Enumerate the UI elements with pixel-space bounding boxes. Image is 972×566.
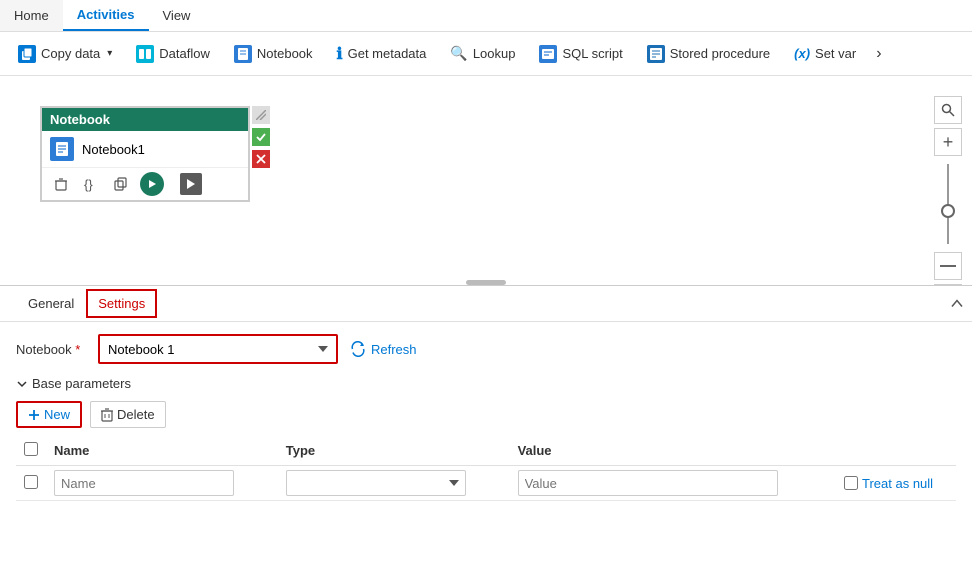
notebook-node-title: Notebook [50,112,110,127]
copy-node-button[interactable] [110,173,132,195]
delete-node-button[interactable] [50,173,72,195]
zoom-controls: + [934,96,962,286]
notebook-toolbar-button[interactable]: Notebook [224,41,323,67]
params-actions-row: New Delete [16,401,956,428]
nav-activities[interactable]: Activities [63,0,149,31]
notebook-node-body: Notebook1 [42,131,248,168]
trash-icon [101,408,113,422]
name-column-header: Name [46,436,278,466]
canvas-area: Notebook Notebook1 {} [0,76,972,286]
zoom-slider-track [947,164,949,244]
delete-param-button[interactable]: Delete [90,401,166,428]
forward-node-button[interactable] [180,173,202,195]
select-all-checkbox[interactable] [24,442,38,456]
notebook-node-header: Notebook [42,108,248,131]
zoom-thumb[interactable] [941,204,955,218]
nav-view[interactable]: View [149,0,205,31]
name-input[interactable] [54,470,234,496]
notebook-node-icon [50,137,74,161]
value-input[interactable] [518,470,778,496]
copy-data-icon [18,45,36,63]
treat-as-null-checkbox[interactable] [844,476,858,490]
lookup-button[interactable]: 🔍 Lookup [440,41,525,66]
node-status-icons [252,106,270,168]
code-node-button[interactable]: {} [80,173,102,195]
minus-icon [940,265,956,267]
set-variable-icon: (x) [794,46,810,61]
tab-general[interactable]: General [16,288,86,319]
resize-handle-icon [252,106,270,124]
panel-body: Notebook * Notebook 1 Refresh Base param… [0,322,972,566]
error-status-icon [252,150,270,168]
sql-script-label: SQL script [562,46,622,61]
sql-script-icon [539,45,557,63]
zoom-out-button[interactable] [934,252,962,280]
required-asterisk: * [75,342,80,357]
notebook-toolbar-label: Notebook [257,46,313,61]
check-status-icon [252,128,270,146]
base-parameters-label: Base parameters [32,376,131,391]
lookup-label: Lookup [473,46,516,61]
chevron-down-icon [16,378,28,390]
stored-procedure-label: Stored procedure [670,46,770,61]
stored-procedure-button[interactable]: Stored procedure [637,41,780,67]
dataflow-label: Dataflow [159,46,210,61]
type-column-header: Type [278,436,510,466]
type-select[interactable]: String Int Bool [286,470,466,496]
refresh-button[interactable]: Refresh [350,341,417,357]
notebook-node-name: Notebook1 [82,142,145,157]
tab-settings[interactable]: Settings [86,289,157,318]
dataflow-button[interactable]: Dataflow [126,41,220,67]
panel-tabs: General Settings [0,286,972,322]
new-param-button[interactable]: New [16,401,82,428]
row-checkbox[interactable] [24,475,38,489]
get-metadata-button[interactable]: ℹ Get metadata [327,40,437,68]
new-label: New [44,407,70,422]
notebook-form-row: Notebook * Notebook 1 Refresh [16,334,956,364]
search-canvas-button[interactable] [934,96,962,124]
treat-as-null-label: Treat as null [862,476,933,491]
lookup-icon: 🔍 [450,45,467,62]
toolbar: Copy data ▾ Dataflow Notebook ℹ Get meta… [0,32,972,76]
run-node-button[interactable] [140,172,164,196]
get-metadata-label: Get metadata [348,46,427,61]
set-variable-button[interactable]: (x) Set var [784,42,866,65]
notebook-label: Notebook * [16,342,86,357]
delete-label: Delete [117,407,155,422]
params-table: Name Type Value String Int Bool [16,436,956,501]
base-parameters-toggle[interactable]: Base parameters [16,376,956,391]
metadata-icon: ℹ [337,44,343,64]
copy-data-label: Copy data [41,46,100,61]
top-nav: Home Activities View [0,0,972,32]
notebook-node: Notebook Notebook1 {} [40,106,250,202]
table-row: String Int Bool Treat as null [16,466,956,501]
notebook-select[interactable]: Notebook 1 [98,334,338,364]
plus-icon [28,409,40,421]
bottom-panel: General Settings Notebook * Notebook 1 R… [0,286,972,566]
sql-script-button[interactable]: SQL script [529,41,632,67]
copy-data-chevron-icon: ▾ [107,48,112,59]
dataflow-icon [136,45,154,63]
collapse-panel-button[interactable] [950,296,964,311]
nav-home[interactable]: Home [0,0,63,31]
zoom-in-button[interactable]: + [934,128,962,156]
more-button[interactable]: › [870,41,887,67]
canvas-splitter[interactable] [466,280,506,285]
set-variable-label: Set var [815,46,856,61]
treat-as-null-container: Treat as null [844,476,948,491]
notebook-node-footer: {} [42,168,248,200]
stored-procedure-icon [647,45,665,63]
refresh-icon [350,341,366,357]
svg-text:{}: {} [84,177,93,192]
notebook-toolbar-icon [234,45,252,63]
value-column-header: Value [510,436,836,466]
copy-data-button[interactable]: Copy data ▾ [8,41,122,67]
refresh-label: Refresh [371,342,417,357]
